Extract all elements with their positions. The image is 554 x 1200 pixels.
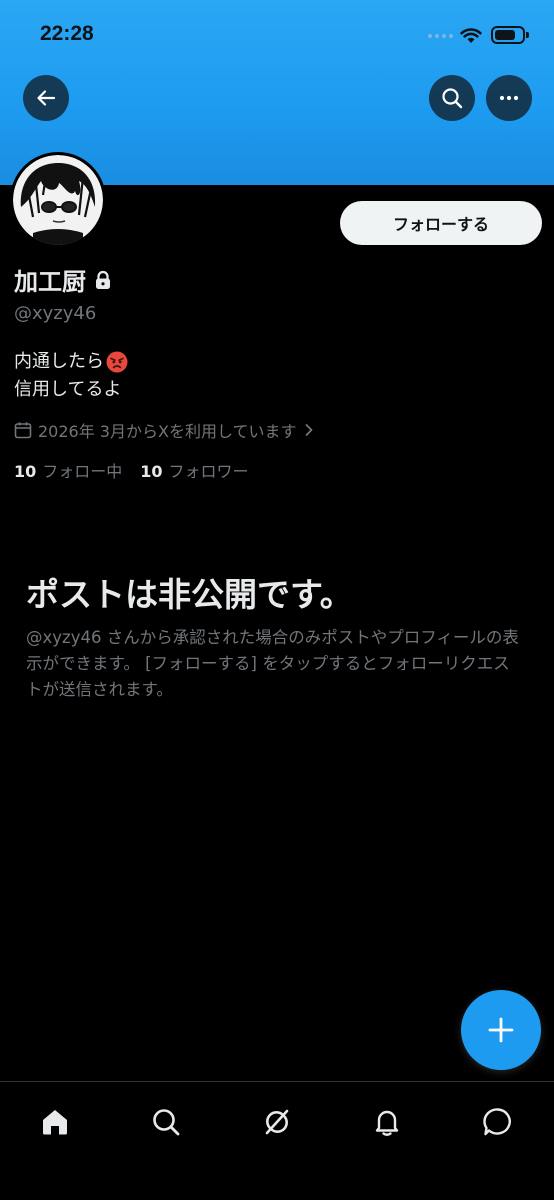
battery-icon (491, 26, 529, 44)
following-link[interactable]: 10 フォロー中 (14, 458, 122, 482)
private-notice-title: ポストは非公開です。 (26, 575, 353, 614)
profile-name: 加工厨 (14, 268, 86, 296)
search-icon (442, 88, 463, 109)
followers-count: 10 (140, 462, 163, 481)
arrow-left-icon (37, 90, 56, 106)
following-count: 10 (14, 462, 37, 481)
messages-icon (483, 1108, 511, 1136)
profile-handle: @xyzy46 (14, 303, 97, 324)
more-button[interactable] (486, 75, 532, 121)
avatar[interactable] (10, 152, 106, 248)
tab-search[interactable] (146, 1102, 186, 1142)
angry-face-emoji-icon (106, 351, 128, 373)
joined-date: 2026年 3月からXを利用しています (38, 422, 297, 441)
bio-line-1: 内通したら (14, 351, 104, 372)
more-horizontal-icon (499, 95, 519, 101)
search-icon (153, 1109, 180, 1136)
joined-date-row[interactable]: 2026年 3月からXを利用しています (14, 418, 316, 442)
compose-post-button[interactable] (461, 990, 541, 1070)
status-time: 22:28 (40, 22, 94, 45)
wifi-icon (460, 26, 482, 48)
profile-bio: 内通したら 信用してるよ (14, 348, 128, 404)
follow-counts: 10 フォロー中 10 フォロワー (14, 458, 249, 482)
following-label: フォロー中 (42, 462, 123, 481)
tab-grok[interactable] (257, 1102, 297, 1142)
search-button[interactable] (429, 75, 475, 121)
back-button[interactable] (23, 75, 69, 121)
followers-label: フォロワー (168, 462, 249, 481)
private-notice-description: @xyzy46 さんから承認された場合のみポストやプロフィールの表示ができます。… (26, 628, 519, 699)
grok-icon (265, 1109, 289, 1135)
bottom-tab-bar (0, 1081, 554, 1200)
plus-icon (488, 1017, 514, 1043)
tab-home[interactable] (35, 1102, 75, 1142)
tab-messages[interactable] (478, 1102, 518, 1142)
status-bar: 22:28 (0, 18, 554, 54)
follow-button[interactable]: フォローする (340, 201, 542, 245)
bio-line-2: 信用してるよ (14, 379, 122, 400)
chevron-right-icon (306, 424, 313, 436)
cellular-signal-icon (428, 34, 453, 38)
profile-name-row: 加工厨 (14, 262, 112, 297)
tab-notifications[interactable] (367, 1102, 407, 1142)
followers-link[interactable]: 10 フォロワー (140, 458, 248, 482)
calendar-icon (14, 422, 32, 439)
notifications-icon (375, 1110, 399, 1136)
home-icon (43, 1110, 67, 1135)
lock-icon (96, 270, 110, 289)
